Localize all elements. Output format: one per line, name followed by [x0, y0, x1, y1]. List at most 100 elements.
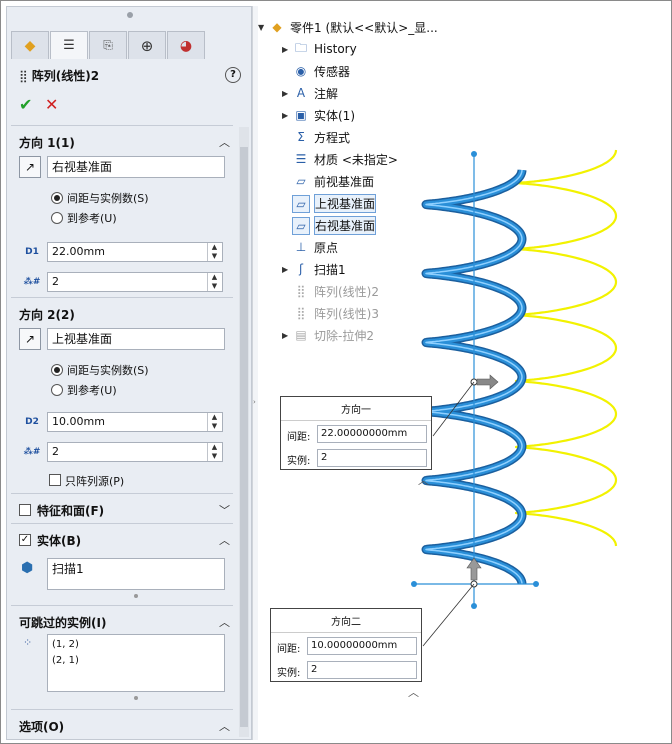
- features-group: 特征和面(F) ﹀: [11, 493, 233, 523]
- direction1-arrow-icon[interactable]: [476, 374, 499, 390]
- radio-empty-icon: [51, 212, 63, 224]
- direction2-count-input[interactable]: 2 ▲ ▼: [47, 442, 223, 462]
- expand-arrow-icon[interactable]: ▶: [282, 265, 292, 274]
- chevron-up-icon[interactable]: ︿: [219, 532, 230, 548]
- linear-pattern-icon: ⣿: [19, 68, 28, 83]
- tree-item[interactable]: ⣿ 阵列(线性)3: [282, 304, 379, 322]
- direction2-count-value: 2: [52, 445, 59, 458]
- direction2-spacing-input[interactable]: 10.00mm ▲ ▼: [47, 412, 223, 432]
- cancel-button[interactable]: ✕: [45, 95, 58, 114]
- radio-empty-icon: [51, 384, 63, 396]
- spinner-arrows-icon[interactable]: ▲ ▼: [207, 413, 221, 431]
- skip-instances-group: 可跳过的实例(I) ︿ ⁘ (1, 2) (2, 1): [11, 605, 233, 709]
- direction1-count-input[interactable]: 2 ▲ ▼: [47, 272, 223, 292]
- tree-item[interactable]: ▱ 上视基准面: [282, 194, 377, 213]
- tree-item[interactable]: ◉ 传感器: [282, 62, 350, 80]
- callout2-count-input[interactable]: 2: [307, 661, 417, 679]
- callout1-count-input[interactable]: 2: [317, 449, 427, 467]
- axis-endpoint: [471, 151, 477, 157]
- tree-root[interactable]: ▼ ◆ 零件1 (默认<<默认>_显...: [258, 18, 438, 36]
- tree-item[interactable]: Σ 方程式: [282, 128, 350, 146]
- spinner-arrows-icon[interactable]: ▲ ▼: [207, 273, 221, 291]
- chevron-up-icon[interactable]: ︿: [219, 134, 230, 150]
- tree-item[interactable]: ▶ ▤ 切除-拉伸2: [282, 326, 374, 344]
- direction1-toref-radio[interactable]: 到参考(U): [51, 210, 117, 226]
- direction2-heading[interactable]: 方向 2(2): [19, 306, 75, 323]
- ok-button[interactable]: ✔: [19, 95, 32, 114]
- page-title: 阵列(线性)2: [31, 69, 100, 83]
- chevron-up-icon[interactable]: ︿: [219, 614, 230, 630]
- history-icon: 🗀: [294, 40, 307, 55]
- callout1-count-label: 实例:: [287, 456, 311, 467]
- resize-grip-icon[interactable]: [134, 594, 138, 598]
- tab-configuration-manager[interactable]: ⎘: [89, 31, 127, 59]
- direction1-callout: 方向一 间距: 22.00000000mm 实例: 2: [280, 396, 432, 470]
- tree-item[interactable]: ▶ ʃ 扫描1: [282, 260, 346, 278]
- tree-item[interactable]: ▶ ▣ 实体(1): [282, 106, 355, 124]
- direction1-spacing-radio[interactable]: 间距与实例数(S): [51, 190, 149, 206]
- callout1-spacing-input[interactable]: 22.00000000mm: [317, 425, 427, 443]
- instance-count-icon: ⁂#: [23, 447, 41, 457]
- tree-item[interactable]: ⊥ 原点: [282, 238, 338, 256]
- panel-scrollbar[interactable]: [239, 127, 249, 737]
- scrollbar-thumb[interactable]: [240, 147, 248, 727]
- chevron-up-icon[interactable]: ︿: [219, 718, 230, 734]
- tree-item-label: 材质 <未指定>: [314, 152, 398, 167]
- expand-arrow-icon[interactable]: ▶: [282, 111, 292, 120]
- callout2-count-value: 2: [311, 664, 318, 675]
- tree-item[interactable]: ▶ 🗀 History: [282, 40, 357, 58]
- direction2-spacing-radio[interactable]: 间距与实例数(S): [51, 362, 149, 378]
- collapse-arrow-icon[interactable]: ▼: [258, 23, 268, 32]
- skip-instances-heading[interactable]: 可跳过的实例(I): [19, 614, 106, 631]
- cut-extrude-icon: ▤: [295, 328, 307, 342]
- features-checkbox[interactable]: [19, 504, 31, 516]
- configuration-manager-icon: ⎘: [103, 38, 113, 52]
- callout1-collapse-icon[interactable]: ︿: [418, 472, 429, 488]
- bodies-group: ✓ 实体(B) ︿ ⬢ 扫描1: [11, 523, 233, 605]
- bodies-heading[interactable]: 实体(B): [37, 532, 81, 549]
- reverse-direction1-button[interactable]: ↗: [19, 156, 41, 178]
- callout2-spacing-input[interactable]: 10.00000000mm: [307, 637, 417, 655]
- seed-only-checkbox[interactable]: [49, 474, 61, 486]
- direction1-spacing-input[interactable]: 22.00mm ▲ ▼: [47, 242, 223, 262]
- panel-grip[interactable]: [127, 12, 133, 18]
- tree-item[interactable]: ▱ 前视基准面: [282, 172, 374, 190]
- tab-dimxpert[interactable]: ⊕: [128, 31, 166, 59]
- expand-arrow-icon[interactable]: ▶: [282, 331, 292, 340]
- tree-item[interactable]: ☰ 材质 <未指定>: [282, 150, 398, 168]
- tree-item-label: 传感器: [314, 64, 351, 79]
- tab-feature-manager[interactable]: ◆: [11, 31, 49, 59]
- tree-item[interactable]: ▱ 右视基准面: [282, 216, 377, 235]
- bodies-checkbox[interactable]: ✓: [19, 534, 31, 546]
- bodies-list[interactable]: 扫描1: [47, 558, 225, 590]
- direction2-toref-label: 到参考(U): [67, 384, 117, 397]
- material-icon: ☰: [295, 152, 307, 166]
- options-heading[interactable]: 选项(O): [19, 718, 64, 735]
- tree-item[interactable]: ⣿ 阵列(线性)2: [282, 282, 379, 300]
- callout2-collapse-icon[interactable]: ︿: [408, 684, 419, 700]
- callout2-count-label: 实例:: [277, 668, 301, 679]
- expand-arrow-icon[interactable]: ▶: [282, 45, 292, 54]
- part-icon: ◆: [272, 20, 282, 34]
- direction2-toref-radio[interactable]: 到参考(U): [51, 382, 117, 398]
- callout1-spacing-label: 间距:: [287, 432, 311, 443]
- tree-item[interactable]: ▶ A 注解: [282, 84, 338, 102]
- direction2-reference-field[interactable]: 上视基准面: [47, 328, 225, 350]
- reverse-direction2-button[interactable]: ↗: [19, 328, 41, 350]
- help-button[interactable]: ?: [225, 67, 241, 83]
- direction1-reference-field[interactable]: 右视基准面: [47, 156, 225, 178]
- features-heading[interactable]: 特征和面(F): [37, 502, 104, 519]
- spinner-arrows-icon[interactable]: ▲ ▼: [207, 443, 221, 461]
- spinner-arrows-icon[interactable]: ▲ ▼: [207, 243, 221, 261]
- direction1-heading[interactable]: 方向 1(1): [19, 134, 75, 151]
- skip-item[interactable]: (2, 1): [52, 653, 220, 669]
- skip-instances-list[interactable]: (1, 2) (2, 1): [47, 634, 225, 692]
- skip-item[interactable]: (1, 2): [52, 637, 220, 653]
- direction2-spacing-value: 10.00mm: [52, 415, 105, 428]
- bodies-list-item[interactable]: 扫描1: [52, 562, 84, 576]
- resize-grip-icon[interactable]: [134, 696, 138, 700]
- chevron-down-icon[interactable]: ﹀: [219, 502, 230, 518]
- tab-display-manager[interactable]: ◕: [167, 31, 205, 59]
- expand-arrow-icon[interactable]: ▶: [282, 89, 292, 98]
- tab-property-manager[interactable]: ☰: [50, 31, 88, 59]
